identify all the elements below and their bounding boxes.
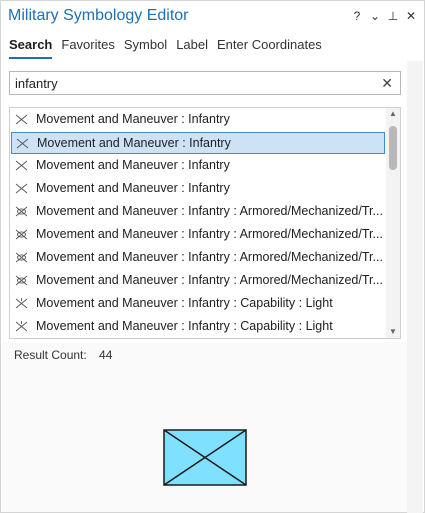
tab-bar: Search Favorites Symbol Label Enter Coor… xyxy=(9,37,331,59)
result-row-label: Movement and Maneuver : Infantry : Armor… xyxy=(36,250,383,264)
result-row[interactable]: Movement and Maneuver : Infantry xyxy=(11,178,385,200)
pane-title: Military Symbology Editor xyxy=(8,7,189,24)
result-row-label: Movement and Maneuver : Infantry : Capab… xyxy=(36,319,333,333)
result-row[interactable]: Movement and Maneuver : Infantry xyxy=(11,109,385,131)
result-row[interactable]: Movement and Maneuver : Infantry xyxy=(11,132,385,154)
result-row-label: Movement and Maneuver : Infantry xyxy=(36,112,230,126)
scroll-up-icon[interactable]: ▲ xyxy=(386,108,400,120)
result-row-label: Movement and Maneuver : Infantry : Capab… xyxy=(36,296,333,310)
result-row[interactable]: Movement and Maneuver : Infantry : Armor… xyxy=(11,270,385,292)
result-row[interactable]: Movement and Maneuver : Infantry : Armor… xyxy=(11,201,385,223)
result-count: Result Count: 44 xyxy=(14,348,112,362)
pane-scrollbar[interactable] xyxy=(407,61,423,513)
tab-label[interactable]: Label xyxy=(176,37,208,59)
infantry-symbol-icon xyxy=(15,114,28,125)
tab-search[interactable]: Search xyxy=(9,37,53,59)
window-controls: ? ⌄ ⊥ ✕ xyxy=(350,8,418,24)
armored-infantry-symbol-icon xyxy=(15,275,28,286)
pane-titlebar: Military Symbology Editor ? ⌄ ⊥ ✕ xyxy=(1,1,424,33)
result-row-label: Movement and Maneuver : Infantry : Armor… xyxy=(36,227,383,241)
tab-favorites[interactable]: Favorites xyxy=(61,37,114,59)
light-infantry-symbol-icon xyxy=(15,321,28,332)
results-list: Movement and Maneuver : Infantry Movement… xyxy=(9,107,401,339)
tab-symbol[interactable]: Symbol xyxy=(124,37,167,59)
infantry-symbol-icon xyxy=(15,183,28,194)
scroll-down-icon[interactable]: ▼ xyxy=(386,326,400,338)
result-row[interactable]: Movement and Maneuver : Infantry : Armor… xyxy=(11,247,385,269)
armored-infantry-symbol-icon xyxy=(15,229,28,240)
result-row-label: Movement and Maneuver : Infantry xyxy=(36,181,230,195)
result-row[interactable]: Movement and Maneuver : Infantry : Armor… xyxy=(11,224,385,246)
result-row[interactable]: Movement and Maneuver : Infantry : Capab… xyxy=(11,316,385,338)
results-scrollbar[interactable]: ▲ ▼ xyxy=(386,108,400,338)
result-row[interactable]: Movement and Maneuver : Infantry : Capab… xyxy=(11,293,385,315)
tab-enter-coordinates[interactable]: Enter Coordinates xyxy=(217,37,322,59)
search-input[interactable] xyxy=(15,75,365,92)
close-icon[interactable]: ✕ xyxy=(404,8,418,24)
chevron-down-icon[interactable]: ⌄ xyxy=(368,8,382,24)
result-count-value: 44 xyxy=(99,348,113,362)
result-count-label: Result Count: xyxy=(14,348,87,362)
armored-infantry-symbol-icon xyxy=(15,252,28,263)
result-row-label: Movement and Maneuver : Infantry : Armor… xyxy=(36,204,383,218)
scroll-thumb[interactable] xyxy=(389,126,397,170)
infantry-symbol-icon xyxy=(15,160,28,171)
search-box: ✕ xyxy=(9,71,401,95)
result-row-label: Movement and Maneuver : Infantry : Armor… xyxy=(36,273,383,287)
infantry-symbol-icon xyxy=(16,138,29,149)
result-row-label: Movement and Maneuver : Infantry xyxy=(37,136,231,150)
light-infantry-symbol-icon xyxy=(15,298,28,309)
clear-search-icon[interactable]: ✕ xyxy=(381,75,393,92)
preview-area xyxy=(2,342,408,512)
armored-infantry-symbol-icon xyxy=(15,206,28,217)
symbology-editor-pane: Military Symbology Editor ? ⌄ ⊥ ✕ Search… xyxy=(0,0,425,513)
result-row-label: Movement and Maneuver : Infantry xyxy=(36,158,230,172)
infantry-symbol-preview-icon xyxy=(163,429,247,486)
help-icon[interactable]: ? xyxy=(350,8,364,24)
result-row[interactable]: Movement and Maneuver : Infantry xyxy=(11,155,385,177)
pin-icon[interactable]: ⊥ xyxy=(386,8,400,24)
